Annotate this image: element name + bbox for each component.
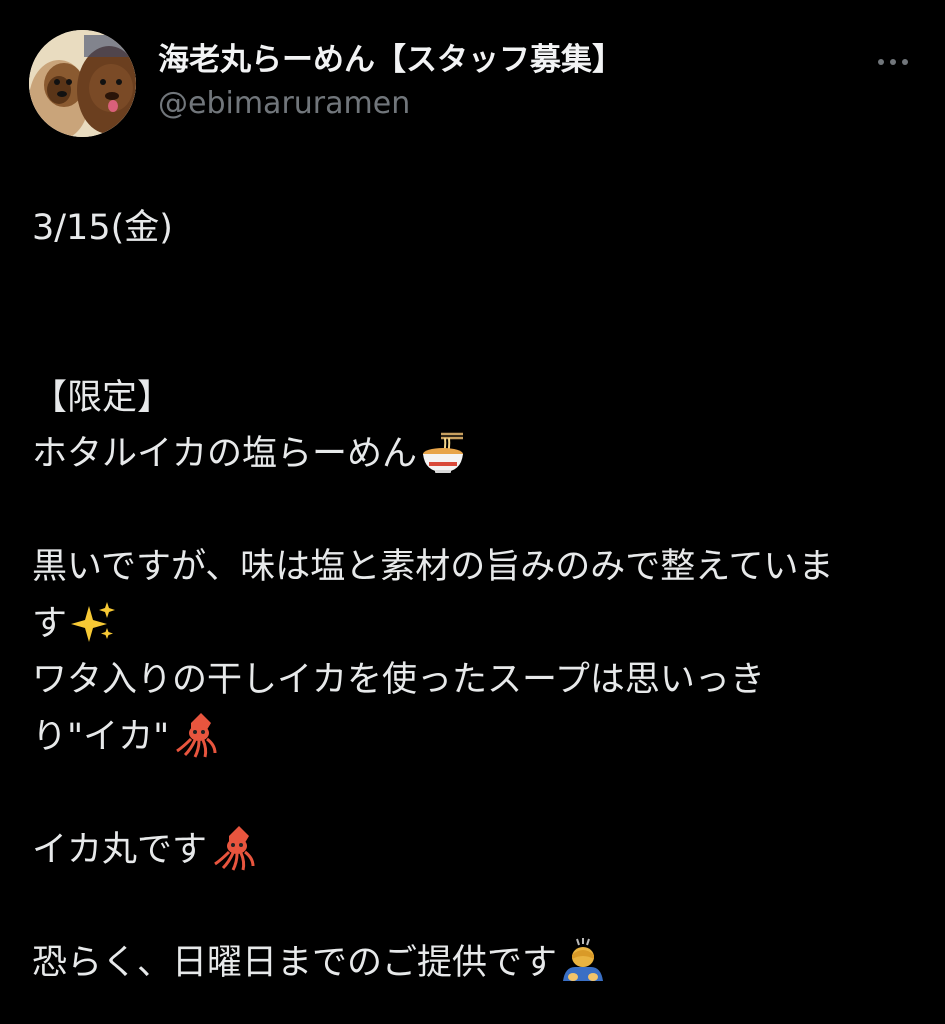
author-handle[interactable]: @ebimaruramen — [158, 84, 623, 124]
author-display-name[interactable]: 海老丸らーめん【スタッフ募集】 — [158, 40, 623, 80]
tweet-text: 3/15(金) 【限定】 ホタルイカの塩らーめん 黒いですが、味は塩と素材の旨み… — [32, 200, 922, 991]
author-info[interactable]: 海老丸らーめん【スタッフ募集】 @ebimaruramen — [158, 40, 623, 124]
avatar-dogs-photo-icon — [29, 30, 136, 137]
squid-icon — [171, 711, 219, 759]
sparkles-icon — [69, 598, 117, 646]
ikamaru-line: イカ丸です — [32, 822, 922, 879]
dish-name: ホタルイカの塩らーめん — [32, 434, 418, 474]
author-avatar[interactable] — [29, 30, 136, 137]
closing-text: 恐らく、日曜日までのご提供です — [32, 942, 558, 983]
ikamaru-text: イカ丸です — [32, 829, 208, 870]
limited-label: 【限定】 — [32, 377, 173, 418]
more-options-button[interactable] — [868, 44, 918, 80]
tweet-header: 海老丸らーめん【スタッフ募集】 @ebimaruramen — [0, 0, 945, 160]
ramen-bowl-icon — [419, 428, 467, 476]
description-text-2: す — [32, 603, 68, 644]
description-line-4: り"イカ" — [32, 709, 922, 766]
closing-line: 恐らく、日曜日までのご提供です — [32, 935, 922, 992]
more-horizontal-icon — [878, 59, 884, 65]
description-line-2: す — [32, 596, 922, 653]
description-text-4: り"イカ" — [32, 716, 170, 757]
dish-name-line: ホタルイカの塩らーめん — [32, 426, 922, 483]
person-bowing-icon — [559, 937, 607, 985]
more-horizontal-icon-dot — [902, 59, 908, 65]
description-line-1: 黒いですが、味は塩と素材の旨みのみで整えていま — [32, 547, 834, 587]
description-line-3: ワタ入りの干しイカを使ったスープは思いっき — [32, 660, 765, 700]
squid-icon — [209, 824, 257, 872]
tweet-date-line: 3/15(金) — [32, 208, 173, 248]
more-horizontal-icon-dot — [890, 59, 896, 65]
